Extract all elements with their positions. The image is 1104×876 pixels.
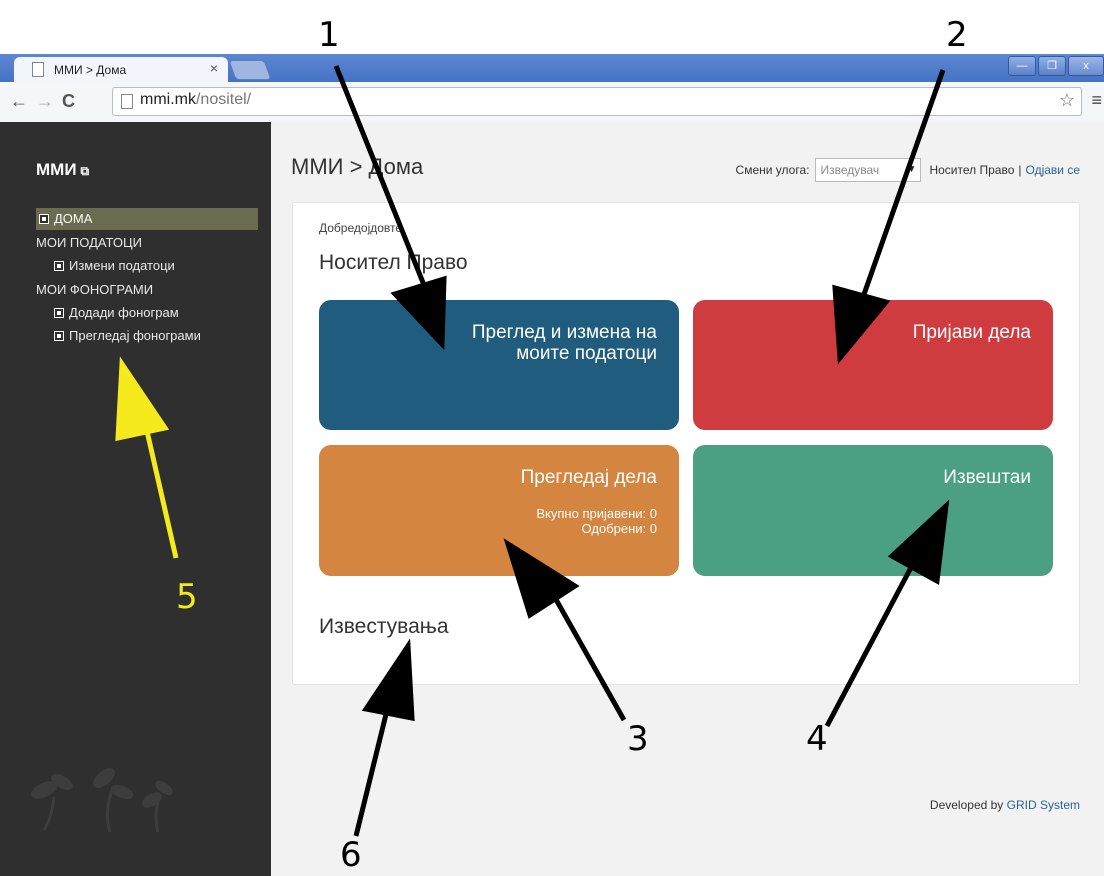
- external-link-icon: ⧉: [80, 164, 90, 178]
- bullet-icon: [54, 308, 64, 318]
- forward-arrow-icon[interactable]: →: [36, 91, 54, 112]
- tile-view-works[interactable]: Прегледај дела Вкупно пријавени: 0 Одобр…: [319, 445, 679, 576]
- sidebar-item-label: МОИ ПОДАТОЦИ: [36, 235, 142, 250]
- role-value: Изведувач: [820, 163, 880, 177]
- sidebar-menu: ДОМА МОИ ПОДАТОЦИ Измени податоци МОИ ФО…: [36, 208, 258, 347]
- sidebar-item-label: МОИ ФОНОГРАМИ: [36, 282, 154, 297]
- welcome-text: Добредојдовте: [319, 221, 403, 235]
- works-approved: Одобрени: 0: [581, 521, 657, 536]
- new-tab-button[interactable]: [228, 60, 272, 80]
- browser-chrome: ММИ > Дома × — ❐ x ← → C mmi.mk/nositel/…: [0, 54, 1104, 123]
- tile-title: Преглед и измена на моите податоци: [471, 322, 657, 364]
- main-content: ММИ > Дома Смени улога: Изведувач ▼ Носит…: [271, 122, 1104, 876]
- url-path: /nositel/: [195, 91, 252, 108]
- tab-strip: ММИ > Дома × — ❐ x: [0, 54, 1104, 82]
- tile-register-works[interactable]: Пријави дела: [693, 300, 1053, 430]
- chevron-down-icon: ▼: [906, 164, 917, 175]
- sidebar-item-label: Додади фонограм: [69, 305, 179, 320]
- logout-link[interactable]: Одјави се: [1026, 163, 1081, 177]
- tile-title: Пријави дела: [912, 322, 1031, 343]
- reload-icon[interactable]: C: [62, 91, 75, 112]
- user-name: Носител Право: [929, 163, 1015, 177]
- role-bar: Смени улога: Изведувач ▼ Носител Право | …: [736, 158, 1080, 182]
- footer-prefix: Developed by: [929, 798, 1004, 812]
- role-label: Смени улога:: [735, 163, 810, 177]
- page-title: ММИ > Дома: [291, 154, 424, 179]
- bookmark-star-icon[interactable]: ☆: [1059, 90, 1075, 111]
- sidebar: ММИ ⧉ ДОМА МОИ ПОДАТОЦИ Измени податоци М…: [0, 122, 271, 876]
- brand-name: ММИ: [36, 160, 77, 179]
- footer: Developed by GRID System: [930, 798, 1080, 812]
- annotation-number-1: 1: [318, 15, 340, 55]
- back-arrow-icon[interactable]: ←: [10, 91, 28, 112]
- separator: |: [1018, 163, 1022, 177]
- annotation-number-5: 5: [176, 577, 198, 617]
- browser-menu-icon[interactable]: ≡: [1091, 90, 1102, 111]
- tile-title: Прегледај дела: [520, 467, 657, 488]
- restore-button[interactable]: ❐: [1038, 56, 1066, 76]
- annotation-number-3: 3: [627, 719, 649, 759]
- sidebar-item-label: Прегледај фонограми: [69, 328, 201, 343]
- sidebar-item-label: ДОМА: [54, 211, 93, 226]
- annotation-number-4: 4: [806, 719, 828, 759]
- close-window-button[interactable]: x: [1068, 56, 1104, 76]
- holder-name: Носител Право: [319, 251, 468, 274]
- sidebar-section-my-data[interactable]: МОИ ПОДАТОЦИ: [36, 232, 258, 254]
- url-host: mmi.mk: [140, 91, 196, 108]
- sidebar-item-label: Измени податоци: [69, 258, 175, 273]
- url-text: mmi.mk/nositel/: [140, 91, 251, 109]
- minimize-button[interactable]: —: [1008, 56, 1036, 76]
- notifications-title: Известувања: [319, 615, 449, 638]
- tile-reports[interactable]: Извештаи: [693, 445, 1053, 576]
- page-favicon-icon: [32, 62, 44, 77]
- annotation-number-6: 6: [340, 835, 362, 875]
- decorative-leaves: [30, 768, 173, 832]
- dashboard-panel: Добредојдовте Носител Право Преглед и из…: [292, 202, 1080, 685]
- window-controls: — ❐ x: [1006, 56, 1104, 76]
- sidebar-item-add-phonogram[interactable]: Додади фонограм: [36, 301, 258, 324]
- sidebar-section-my-phonograms[interactable]: МОИ ФОНОГРАМИ: [36, 279, 258, 301]
- tab-title: ММИ > Дома: [54, 63, 127, 77]
- browser-tab[interactable]: ММИ > Дома ×: [14, 57, 228, 82]
- address-bar[interactable]: mmi.mk/nositel/ ☆: [112, 87, 1082, 116]
- footer-company-link[interactable]: GRID System: [1007, 798, 1080, 812]
- bullet-icon: [54, 331, 64, 341]
- bullet-icon: [54, 261, 64, 271]
- annotation-number-2: 2: [946, 15, 968, 55]
- sidebar-item-view-phonograms[interactable]: Прегледај фонограми: [36, 324, 258, 347]
- sidebar-item-edit-data[interactable]: Измени податоци: [36, 254, 258, 277]
- works-total: Вкупно пријавени: 0: [536, 506, 657, 521]
- tab-close-icon[interactable]: ×: [210, 60, 218, 76]
- tile-profile[interactable]: Преглед и измена на моите податоци: [319, 300, 679, 430]
- tile-title: Извештаи: [943, 467, 1031, 488]
- browser-toolbar: ← → C mmi.mk/nositel/ ☆ ≡: [0, 82, 1104, 123]
- brand[interactable]: ММИ ⧉: [36, 160, 89, 180]
- sidebar-item-home[interactable]: ДОМА: [36, 208, 258, 230]
- bullet-icon: [39, 214, 49, 224]
- page-icon: [121, 94, 133, 109]
- role-select[interactable]: Изведувач ▼: [815, 158, 922, 182]
